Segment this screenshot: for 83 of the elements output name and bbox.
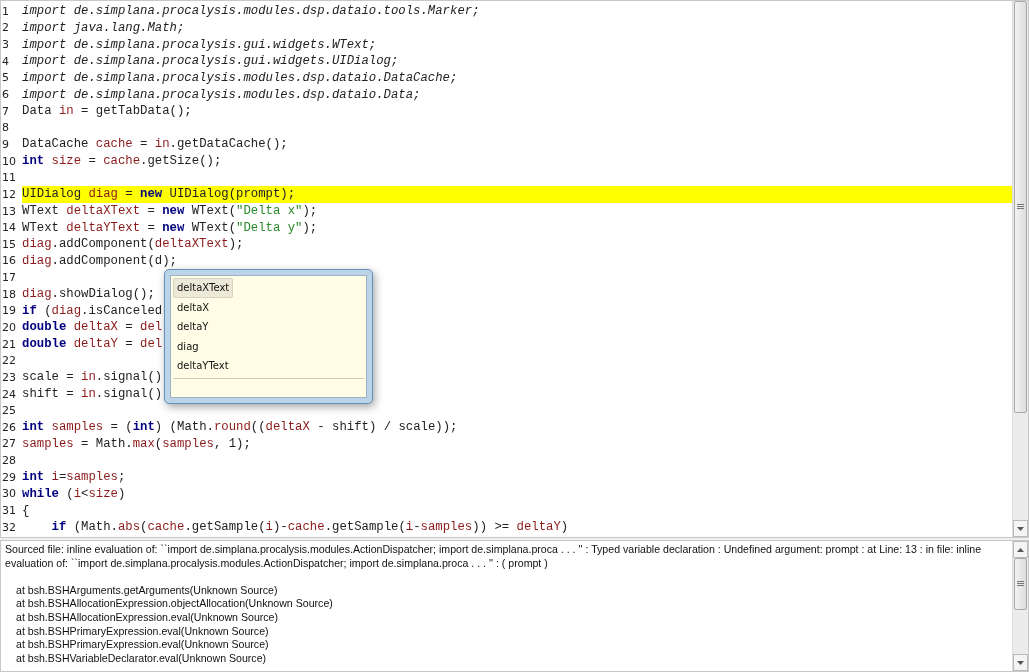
code-line: scale = in.signal() [22,370,163,385]
suggestion-item[interactable]: deltaY [173,317,213,337]
error-message: Sourced file: inline evaluation of: ``import de.simplana.procalysis.modules.ActionDispatcher; import de.simplana.proca . . . '' : Typed variable declaration : Undefined argument: prompt : at Line: 13 : in file: inline evaluation of: ``import de.simplana.procalysis.modules.ActionDispatcher; import de.simplana.proca . . . '' : ( prompt ) [5,543,983,571]
scroll-down-button[interactable] [1013,654,1028,671]
code-editor[interactable] [0,0,1029,538]
line-number: 18 [1,287,17,301]
code-line: import java.lang.Math; [22,20,185,35]
code-line: samples = Math.max(samples, 1); [22,436,251,451]
code-line: double deltaY = del [22,337,163,352]
line-number: 10 [1,154,17,168]
vertical-scrollbar[interactable] [1012,541,1028,671]
suggestion-item[interactable]: deltaXText [173,278,234,298]
code-line: shift = in.signal() [22,387,163,402]
stack-trace-line: at bsh.BSHArguments.getArguments(Unknown Source) [15,583,279,598]
code-line: if (Math.abs(cache.getSample(i)-cache.getSample(i-samples)) >= deltaY) [50,520,569,535]
suggestion-item[interactable]: deltaX [173,297,214,317]
line-number: 9 [1,137,10,151]
line-number: 8 [1,121,10,135]
suggestion-item[interactable]: diag [173,336,203,356]
line-number: 29 [1,470,17,484]
line-number: 17 [1,271,17,285]
code-line: diag.addComponent(deltaXText); [22,237,244,252]
code-line: if (diag.isCanceled [22,303,163,318]
code-line: diag.addComponent(d); [22,253,177,268]
grip-icon [1017,581,1024,587]
code-line: import de.simplana.procalysis.modules.dsp.dataio.Data; [22,87,421,102]
line-number: 19 [1,304,17,318]
line-number: 13 [1,204,17,218]
line-number: 3 [1,38,10,52]
stack-trace-line: at bsh.BSHVariableDeclarator.eval(Unknown Source) [15,651,268,666]
stack-trace-line: at bsh.BSHPrimaryExpression.eval(Unknown Source) [15,638,270,652]
line-number: 11 [1,171,17,185]
suggestion-item[interactable]: deltaYText [173,356,233,376]
code-line: import de.simplana.procalysis.modules.dsp.dataio.DataCache; [22,70,458,85]
stack-trace-line: at bsh.BSHAllocationExpression.objectAllocation(Unknown Source) [15,597,334,611]
code-line: import de.simplana.procalysis.gui.widgets.WText; [22,37,377,52]
line-number: 1 [1,4,10,18]
code-line: WText deltaYText = new WText("Delta y"); [22,220,318,235]
caret-icon [1017,526,1024,531]
vertical-scrollbar[interactable] [1012,1,1028,537]
scroll-down-button[interactable] [1013,520,1028,537]
line-number: 14 [1,221,17,235]
code-line: int size = cache.getSize(); [22,154,222,169]
code-line: WText deltaXText = new WText("Delta x"); [22,204,318,218]
code-line: { [22,503,30,518]
line-number: 22 [1,354,17,368]
code-line: import de.simplana.procalysis.modules.dsp.dataio.tools.Marker; [22,4,480,19]
scrollbar-thumb[interactable] [1014,1,1027,413]
line-number: 7 [1,104,10,118]
stack-trace-line: at bsh.BSHPrimaryExpression.eval(Unknown Source) [15,624,270,639]
line-number: 4 [1,54,10,68]
line-number: 21 [1,337,17,351]
line-number: 32 [1,520,17,534]
code-line: UIDialog diag = new UIDialog(prompt); [22,187,296,202]
line-number: 27 [1,437,17,451]
line-number: 16 [1,254,17,268]
scroll-up-button[interactable] [1013,541,1028,558]
stack-trace-line: at bsh.BSHAllocationExpression.eval(Unknown Source) [15,610,280,625]
code-line: diag.showDialog(); [22,287,155,302]
line-number: 12 [1,187,17,201]
line-number: 28 [1,454,17,468]
code-line: while (i<size) [22,486,126,501]
code-line: int samples = (int) (Math.round((deltaX - shift) / scale)); [22,420,458,435]
line-number: 26 [1,420,17,434]
scrollbar-thumb[interactable] [1014,558,1027,610]
code-line: DataCache cache = in.getDataCache(); [22,137,288,152]
line-number: 30 [1,487,17,501]
caret-icon [1017,547,1024,552]
line-number: 5 [1,71,10,85]
code-line: import de.simplana.procalysis.gui.widgets.UIDialog; [22,54,399,69]
line-number: 20 [1,321,17,334]
code-line: double deltaX = del [22,320,163,335]
caret-icon [1017,660,1024,665]
line-number: 25 [1,404,17,418]
code-line: Data in = getTabData(); [22,104,192,119]
line-number: 24 [1,387,17,401]
code-line: int i=samples; [22,470,126,485]
line-number: 6 [1,88,10,101]
line-number: 15 [1,237,17,251]
grip-icon [1017,204,1024,210]
line-number: 31 [1,504,17,518]
line-number: 23 [1,370,17,384]
line-number: 2 [1,21,10,35]
